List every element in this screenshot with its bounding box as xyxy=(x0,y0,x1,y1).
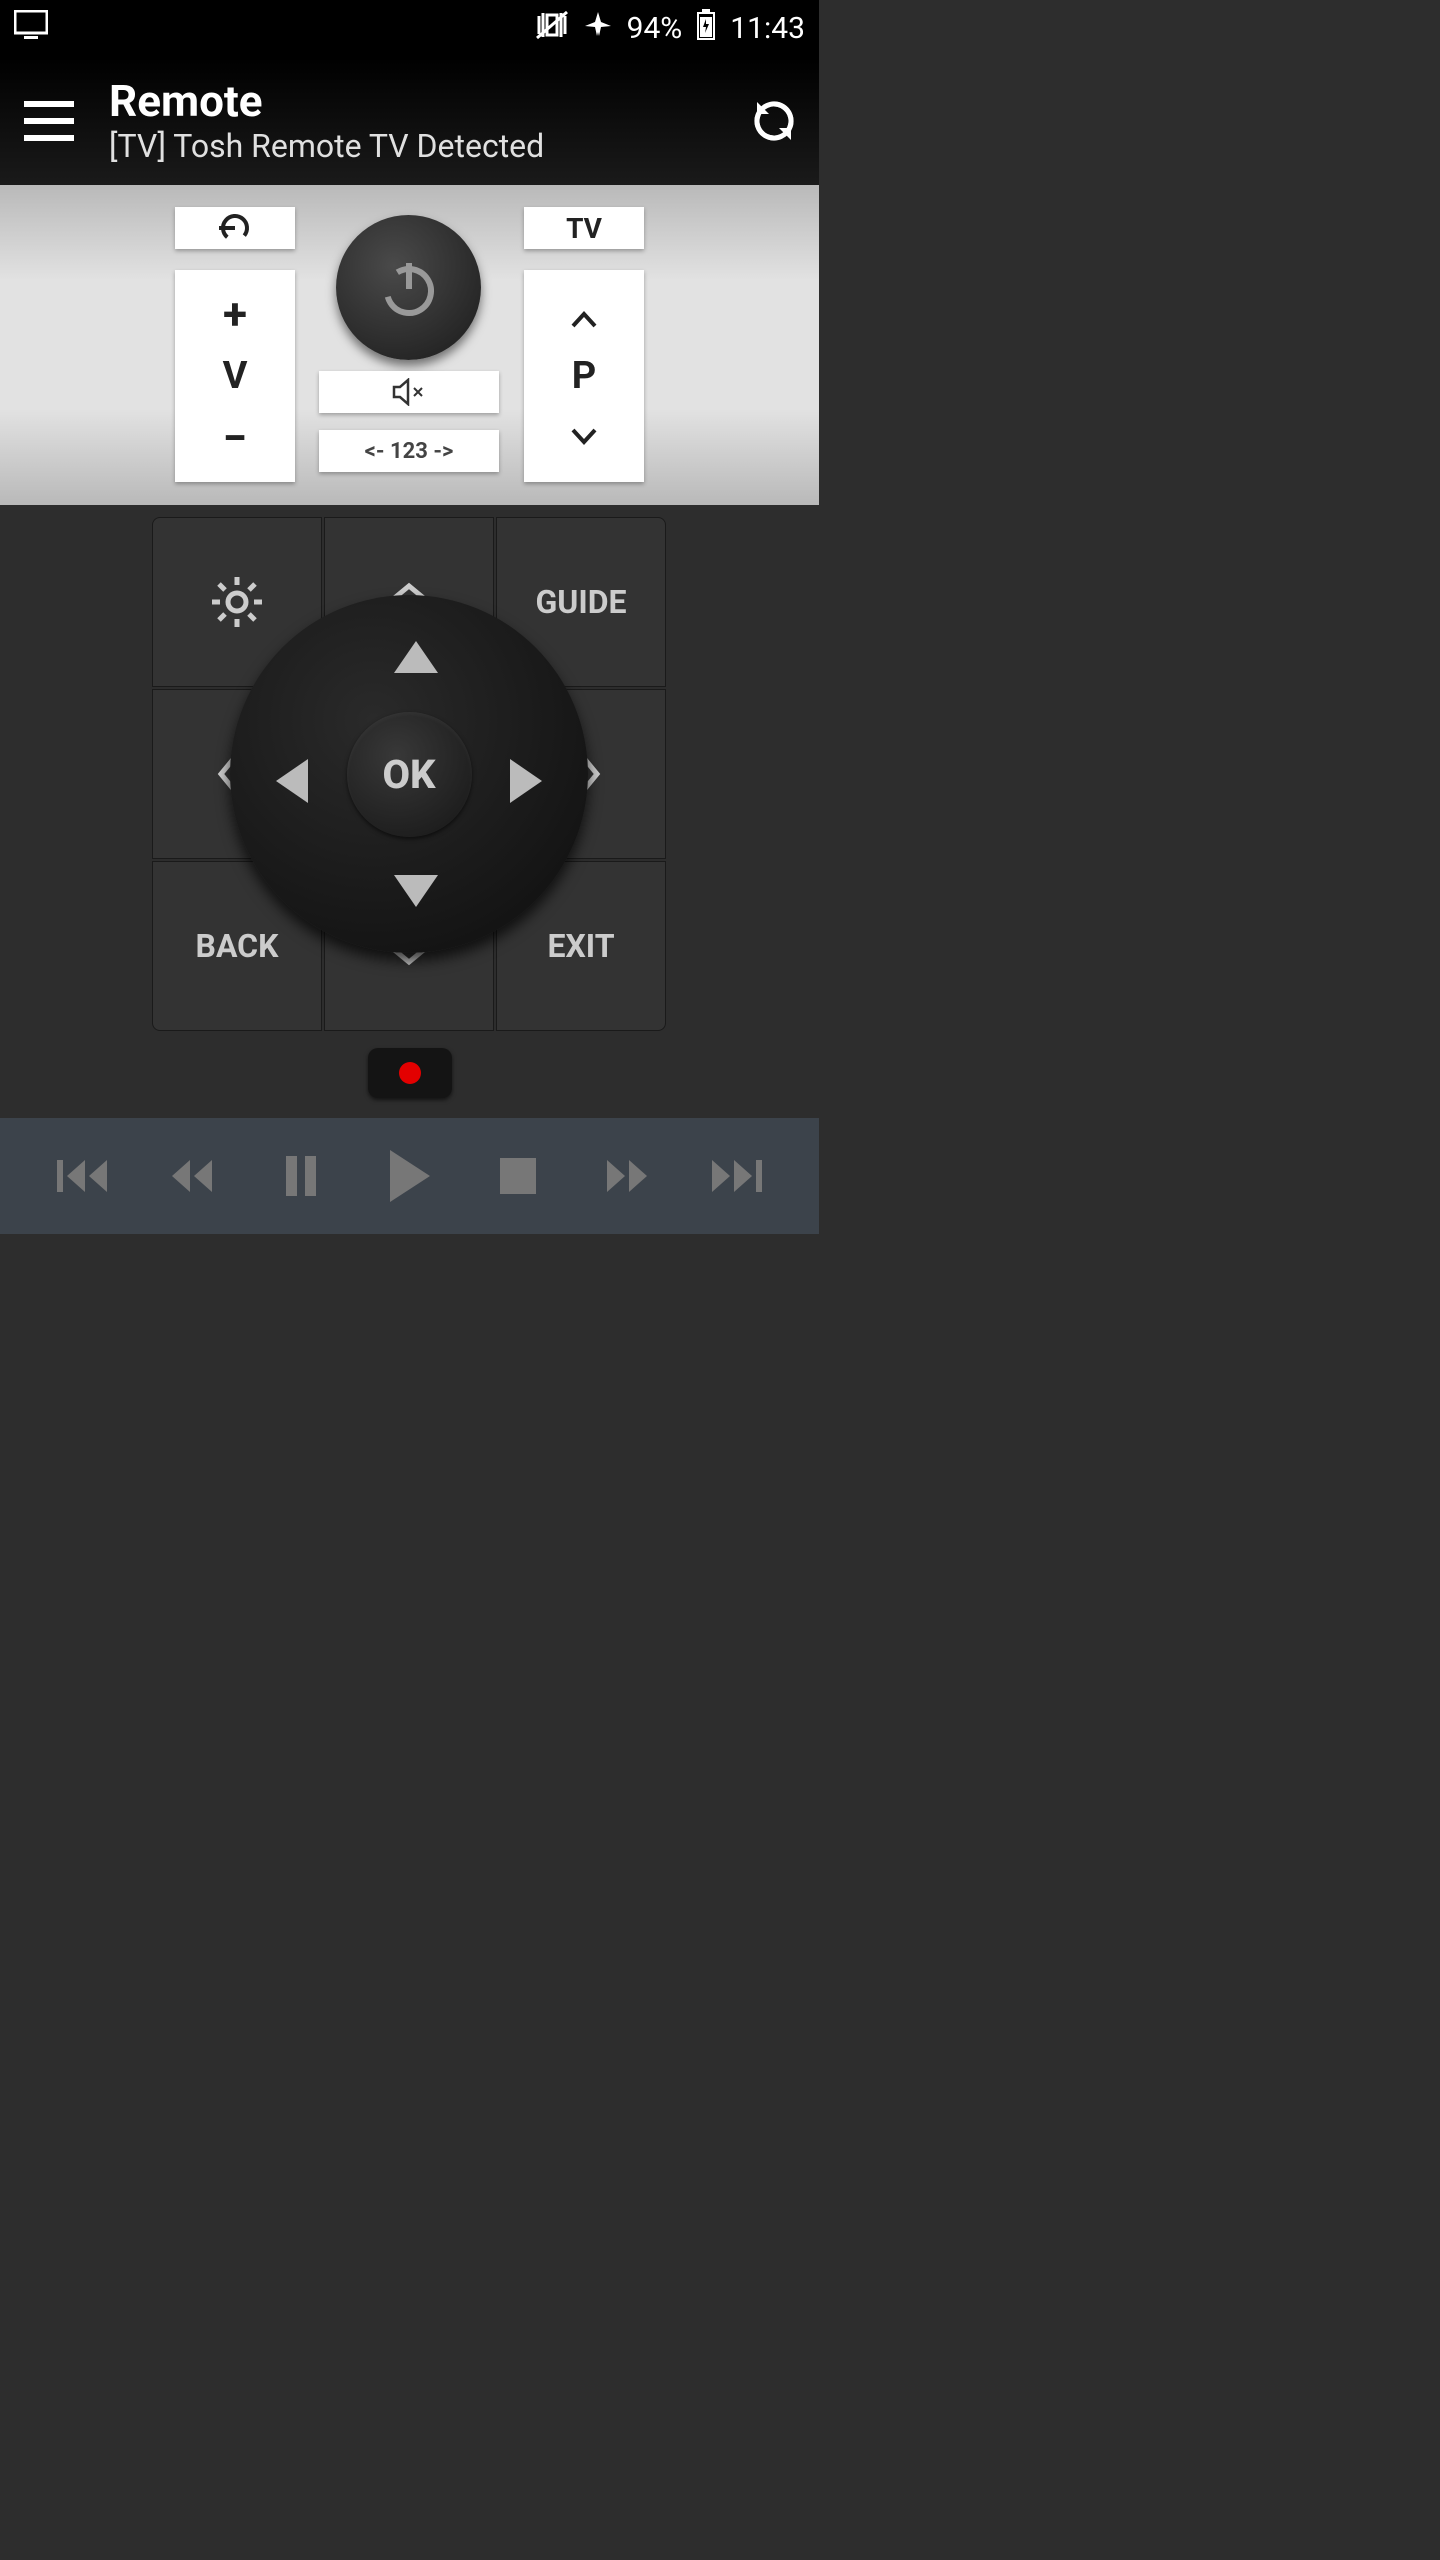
power-icon xyxy=(374,253,444,323)
exit-label: EXIT xyxy=(547,927,614,965)
channel-up-button[interactable] xyxy=(569,296,599,340)
media-bar xyxy=(0,1118,819,1234)
dpad: OK xyxy=(230,595,588,953)
dpad-down[interactable] xyxy=(394,875,438,907)
clock: 11:43 xyxy=(730,11,805,46)
dpad-up[interactable] xyxy=(394,641,438,673)
app-header: Remote [TV] Tosh Remote TV Detected xyxy=(0,57,819,185)
program-rocker: P xyxy=(524,270,644,482)
guide-label: GUIDE xyxy=(535,583,626,621)
numpad-button[interactable]: <- 123 -> xyxy=(319,430,499,472)
skip-next-button[interactable] xyxy=(700,1146,770,1206)
refresh-icon[interactable] xyxy=(749,96,799,146)
pause-button[interactable] xyxy=(266,1146,336,1206)
play-button[interactable] xyxy=(374,1146,444,1206)
top-panel: TV + V − P xyxy=(0,185,819,505)
page-title: Remote xyxy=(109,77,749,125)
source-button[interactable] xyxy=(175,207,295,249)
dpad-right[interactable] xyxy=(510,759,542,803)
menu-icon[interactable] xyxy=(24,101,74,141)
back-label: BACK xyxy=(196,927,279,965)
vibrate-off-icon xyxy=(535,10,569,48)
mute-icon xyxy=(392,378,426,406)
record-button[interactable] xyxy=(368,1048,452,1098)
rewind-icon xyxy=(166,1156,220,1196)
numpad-label: <- 123 -> xyxy=(365,439,454,464)
fast-forward-button[interactable] xyxy=(591,1146,661,1206)
source-icon xyxy=(217,210,253,246)
skip-previous-icon xyxy=(57,1156,111,1196)
ok-label: OK xyxy=(382,751,435,798)
channel-down-button[interactable] xyxy=(569,412,599,456)
fast-forward-icon xyxy=(599,1156,653,1196)
tv-button[interactable]: TV xyxy=(524,207,644,249)
airplane-mode-icon xyxy=(583,10,613,48)
stop-icon xyxy=(498,1156,538,1196)
gear-icon xyxy=(208,573,266,631)
battery-percent: 94% xyxy=(627,11,683,46)
record-icon xyxy=(399,1062,421,1084)
program-label: P xyxy=(572,354,597,398)
dpad-left[interactable] xyxy=(276,759,308,803)
play-icon xyxy=(384,1148,434,1204)
page-subtitle: [TV] Tosh Remote TV Detected xyxy=(109,127,749,165)
battery-charging-icon xyxy=(696,9,716,49)
skip-previous-button[interactable] xyxy=(49,1146,119,1206)
volume-rocker: + V − xyxy=(175,270,295,482)
mute-button[interactable] xyxy=(319,371,499,413)
skip-next-icon xyxy=(708,1156,762,1196)
volume-label: V xyxy=(223,354,248,398)
rewind-button[interactable] xyxy=(158,1146,228,1206)
ok-button[interactable]: OK xyxy=(347,712,472,837)
stop-button[interactable] xyxy=(483,1146,553,1206)
cast-icon xyxy=(14,10,48,48)
volume-up-button[interactable]: + xyxy=(223,292,247,336)
volume-down-button[interactable]: − xyxy=(223,416,247,460)
nav-panel: GUIDE BACK EXIT xyxy=(0,517,819,1032)
status-bar: 94% 11:43 xyxy=(0,0,819,57)
pause-icon xyxy=(282,1154,320,1198)
power-button[interactable] xyxy=(336,215,481,360)
tv-button-label: TV xyxy=(566,212,602,245)
